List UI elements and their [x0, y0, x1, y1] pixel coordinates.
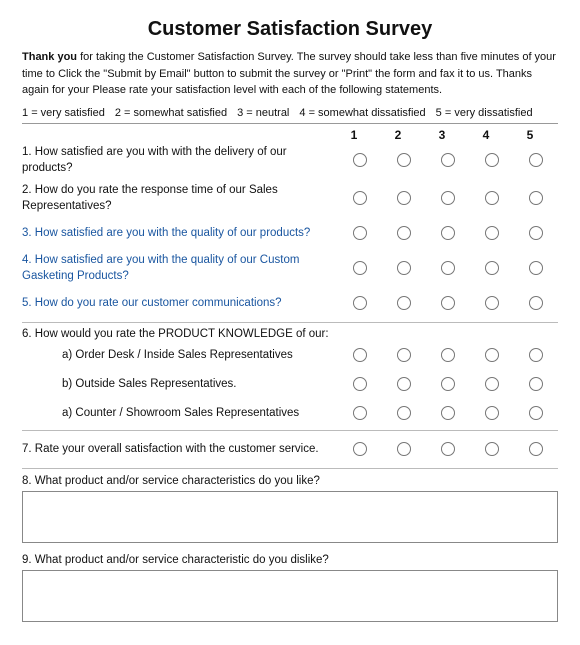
q6-header: 6. How would you rate the PRODUCT KNOWLE… — [22, 328, 558, 340]
radio-5-2[interactable] — [386, 296, 422, 310]
divider-1 — [22, 123, 558, 124]
radio-6a1-4[interactable] — [474, 348, 510, 362]
q9-label: 9. What product and/or service character… — [22, 554, 558, 566]
question-row-3: 3. How satisfied are you with the qualit… — [22, 220, 558, 246]
col-header-1: 1 — [336, 128, 372, 142]
radio-2-1[interactable] — [342, 191, 378, 205]
radio-3-5[interactable] — [518, 226, 554, 240]
sub-question-row-6b: b) Outside Sales Representatives. — [22, 372, 558, 396]
radio-group-3 — [338, 226, 558, 240]
question-row-7: 7. Rate your overall satisfaction with t… — [22, 436, 558, 462]
radio-group-6a1 — [338, 348, 558, 362]
radio-2-2[interactable] — [386, 191, 422, 205]
question-text-4: 4. How satisfied are you with the qualit… — [22, 252, 338, 284]
radio-3-2[interactable] — [386, 226, 422, 240]
question-row-1: 1. How satisfied are you with with the d… — [22, 144, 558, 176]
radio-6a2-4[interactable] — [474, 406, 510, 420]
radio-6b-1[interactable] — [342, 377, 378, 391]
question-text-2: 2. How do you rate the response time of … — [22, 182, 338, 214]
question-row-2: 2. How do you rate the response time of … — [22, 182, 558, 214]
radio-6a2-2[interactable] — [386, 406, 422, 420]
intro-text: Thank you for taking the Customer Satisf… — [22, 49, 558, 99]
radio-6a2-3[interactable] — [430, 406, 466, 420]
radio-7-2[interactable] — [386, 442, 422, 456]
radio-2-4[interactable] — [474, 191, 510, 205]
q9-answer[interactable] — [22, 570, 558, 622]
intro-body: for taking the Customer Satisfaction Sur… — [22, 51, 556, 96]
radio-5-1[interactable] — [342, 296, 378, 310]
radio-2-5[interactable] — [518, 191, 554, 205]
radio-6a1-3[interactable] — [430, 348, 466, 362]
question-text-5: 5. How do you rate our customer communic… — [22, 295, 338, 311]
radio-5-5[interactable] — [518, 296, 554, 310]
question-text-7: 7. Rate your overall satisfaction with t… — [22, 441, 338, 457]
question-text-3: 3. How satisfied are you with the qualit… — [22, 225, 338, 241]
col-header-5: 5 — [512, 128, 548, 142]
radio-group-4 — [338, 261, 558, 275]
q8-answer[interactable] — [22, 491, 558, 543]
page-title: Customer Satisfaction Survey — [22, 18, 558, 41]
scale-4: 4 = somewhat dissatisfied — [299, 107, 425, 119]
radio-5-4[interactable] — [474, 296, 510, 310]
radio-group-1 — [338, 153, 558, 167]
question-row-4: 4. How satisfied are you with the qualit… — [22, 252, 558, 284]
radio-group-2 — [338, 191, 558, 205]
question-row-5: 5. How do you rate our customer communic… — [22, 290, 558, 316]
scale-1: 1 = very satisfied — [22, 107, 105, 119]
scale-5: 5 = very dissatisfied — [436, 107, 533, 119]
radio-4-2[interactable] — [386, 261, 422, 275]
radio-4-3[interactable] — [430, 261, 466, 275]
radio-6a1-1[interactable] — [342, 348, 378, 362]
radio-1-1[interactable] — [342, 153, 378, 167]
sub-question-text-6a2: a) Counter / Showroom Sales Representati… — [22, 407, 338, 419]
radio-1-2[interactable] — [386, 153, 422, 167]
radio-6a1-2[interactable] — [386, 348, 422, 362]
scale-legend: 1 = very satisfied 2 = somewhat satisfie… — [22, 107, 558, 119]
radio-6a1-5[interactable] — [518, 348, 554, 362]
radio-group-5 — [338, 296, 558, 310]
radio-3-3[interactable] — [430, 226, 466, 240]
radio-7-4[interactable] — [474, 442, 510, 456]
radio-6b-3[interactable] — [430, 377, 466, 391]
radio-group-6b — [338, 377, 558, 391]
radio-7-5[interactable] — [518, 442, 554, 456]
radio-3-4[interactable] — [474, 226, 510, 240]
divider-3 — [22, 430, 558, 431]
radio-3-1[interactable] — [342, 226, 378, 240]
radio-7-3[interactable] — [430, 442, 466, 456]
radio-group-6a2 — [338, 406, 558, 420]
radio-1-4[interactable] — [474, 153, 510, 167]
divider-2 — [22, 322, 558, 323]
radio-1-5[interactable] — [518, 153, 554, 167]
scale-3: 3 = neutral — [237, 107, 289, 119]
rating-header: 1 2 3 4 5 — [22, 128, 558, 142]
radio-6b-5[interactable] — [518, 377, 554, 391]
scale-2: 2 = somewhat satisfied — [115, 107, 227, 119]
sub-question-row-6a2: a) Counter / Showroom Sales Representati… — [22, 401, 558, 425]
radio-6b-2[interactable] — [386, 377, 422, 391]
sub-question-text-6b: b) Outside Sales Representatives. — [22, 378, 338, 390]
col-header-3: 3 — [424, 128, 460, 142]
radio-6a2-1[interactable] — [342, 406, 378, 420]
sub-question-row-6a1: a) Order Desk / Inside Sales Representat… — [22, 343, 558, 367]
radio-group-7 — [338, 442, 558, 456]
radio-6b-4[interactable] — [474, 377, 510, 391]
intro-bold: Thank you — [22, 51, 77, 63]
radio-1-3[interactable] — [430, 153, 466, 167]
radio-4-4[interactable] — [474, 261, 510, 275]
col-header-2: 2 — [380, 128, 416, 142]
radio-6a2-5[interactable] — [518, 406, 554, 420]
radio-2-3[interactable] — [430, 191, 466, 205]
radio-4-5[interactable] — [518, 261, 554, 275]
radio-4-1[interactable] — [342, 261, 378, 275]
sub-question-text-6a1: a) Order Desk / Inside Sales Representat… — [22, 349, 338, 361]
question-text-1: 1. How satisfied are you with with the d… — [22, 144, 338, 176]
q8-label: 8. What product and/or service character… — [22, 475, 558, 487]
col-header-4: 4 — [468, 128, 504, 142]
radio-7-1[interactable] — [342, 442, 378, 456]
radio-5-3[interactable] — [430, 296, 466, 310]
divider-4 — [22, 468, 558, 469]
